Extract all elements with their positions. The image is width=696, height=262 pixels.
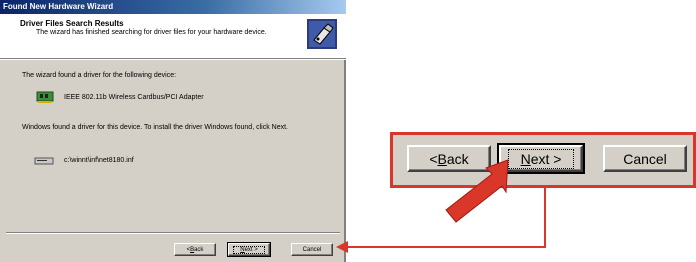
callout-connector [336, 159, 546, 253]
red-arrow-icon [445, 159, 509, 223]
connector-arrowhead-icon [336, 241, 348, 253]
connector-line [344, 188, 546, 248]
